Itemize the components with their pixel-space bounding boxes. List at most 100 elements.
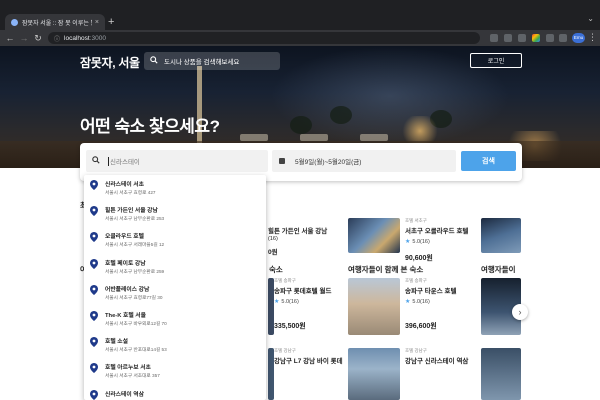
hotel-card-image[interactable] xyxy=(348,278,400,335)
hotel-card-image[interactable] xyxy=(481,348,521,400)
browser-tab[interactable]: 잠못자 서울 :: 잠 못 이루는 밤 × xyxy=(5,14,105,30)
logo-text: 잠못자, xyxy=(80,56,116,70)
autocomplete-item-text: 오클라우드 호텔 서울시 서초구 서래마을5길 12 xyxy=(105,231,164,248)
autocomplete-item-text: 신라스테이 서초서울시 서초구 효령로 427 xyxy=(105,179,156,196)
hero-table xyxy=(300,134,328,141)
favicon-icon xyxy=(11,18,18,26)
rating-value: 5.0 xyxy=(412,238,421,245)
map-pin-icon xyxy=(90,232,98,243)
search-button[interactable]: 검색 xyxy=(461,151,516,171)
hero-table xyxy=(360,134,388,141)
site-logo[interactable]: 잠못자, 서울 xyxy=(80,54,140,71)
star-icon: ★ xyxy=(274,299,280,305)
autocomplete-item-address: 서울시 서초구 효령로77길 30 xyxy=(105,294,163,300)
section-title-tail: 숙소 xyxy=(269,265,283,274)
url-port: :3000 xyxy=(89,34,106,42)
extension-color-icon[interactable] xyxy=(532,34,540,42)
autocomplete-item-text: 어반플레이스 강남 서울시 서초구 효령로77길 30 xyxy=(105,284,162,301)
autocomplete-item-name: 오클라우드 호텔 xyxy=(105,234,144,241)
calendar-icon xyxy=(279,158,285,164)
autocomplete-item[interactable]: 신라스테이 역삼 xyxy=(84,385,266,400)
autocomplete-item[interactable]: 호텔 아르누보 서초 서울시 서초구 서초대로 357 xyxy=(84,358,266,384)
translate-icon[interactable] xyxy=(490,34,498,42)
browser-tab-strip: 잠못자 서울 :: 잠 못 이루는 밤 × + ⌄ xyxy=(0,0,600,30)
card-reviews-partial: (16) xyxy=(268,236,278,242)
date-range-picker[interactable]: 5월9일(월)~5월20일(금) xyxy=(272,150,456,172)
map-pin-icon xyxy=(90,363,98,374)
map-pin-icon xyxy=(90,389,98,400)
autocomplete-item[interactable]: 어반플레이스 강남 서울시 서초구 효령로77길 30 xyxy=(84,280,266,306)
autocomplete-item-address: 서울시 서초구 효령로 427 xyxy=(105,190,156,195)
autocomplete-item-name: 호텔 아르누보 서초 xyxy=(105,365,151,372)
autocomplete-item-name: 신라스테이 서초 xyxy=(105,182,144,188)
autocomplete-item[interactable]: 호텔 소설 서울시 서초구 반포대로14길 53 xyxy=(84,332,266,358)
browser-menu-icon[interactable]: ⋮ xyxy=(588,32,597,43)
logo-city: 서울 xyxy=(118,56,140,70)
autocomplete-item[interactable]: 힐튼 가든인 서울 강남 서울시 서초구 남부순환로 253 xyxy=(84,201,266,227)
autocomplete-item-text: The-K 호텔 서울 서울시 서초구 바우뫼로12길 70 xyxy=(105,310,167,327)
autocomplete-item-text: 호텔 페이토 강남 서울시 서초구 남부순환로 259 xyxy=(105,258,164,275)
hero-headline: 어떤 숙소 찾으세요? xyxy=(80,117,220,136)
map-pin-icon xyxy=(90,337,98,348)
autocomplete-item-text: 신라스테이 역삼 xyxy=(105,389,144,400)
new-tab-button[interactable]: + xyxy=(108,15,114,29)
map-pin-icon xyxy=(90,310,98,321)
hero-palm xyxy=(290,116,312,134)
hotel-card-price: 90,600원 xyxy=(405,255,433,262)
text-caret xyxy=(108,156,109,166)
tab-list-chevron-icon[interactable]: ⌄ xyxy=(587,14,594,23)
autocomplete-item-address: 서울시 서초구 바우뫼로12길 70 xyxy=(105,320,167,326)
autocomplete-item-text: 호텔 소설 서울시 서초구 반포대로14길 53 xyxy=(105,336,167,353)
map-pin-icon xyxy=(90,284,98,295)
autocomplete-item-name: 힐튼 가든인 서울 강남 xyxy=(105,208,158,215)
review-count: (16) xyxy=(420,298,430,305)
autocomplete-item-address: 서울시 서초구 반포대로14길 53 xyxy=(105,347,167,353)
carousel-next-button[interactable]: › xyxy=(512,304,528,320)
header-search[interactable]: 도시나 상품을 검색해보세요 xyxy=(144,52,280,70)
autocomplete-item-text: 호텔 아르누보 서초 서울시 서초구 서초대로 357 xyxy=(105,362,160,379)
reload-icon[interactable]: ↻ xyxy=(32,32,44,44)
back-arrow-icon[interactable]: ← xyxy=(4,32,16,44)
chevron-right-icon: › xyxy=(518,307,522,317)
site-info-icon[interactable]: ⓘ xyxy=(54,34,60,43)
address-bar[interactable]: ⓘ localhost:3000 xyxy=(48,32,480,44)
star-icon: ★ xyxy=(405,239,411,245)
autocomplete-item-address: 서울시 서초구 남부순환로 253 xyxy=(105,216,165,222)
hotel-card-image[interactable] xyxy=(348,218,400,253)
autocomplete-item[interactable]: The-K 호텔 서울 서울시 서초구 바우뫼로12길 70 xyxy=(84,306,266,332)
autocomplete-item-address: 서울시 서초구 남부순환로 259 xyxy=(105,268,165,274)
tab-close-icon[interactable]: × xyxy=(95,19,99,26)
autocomplete-item[interactable]: 오클라우드 호텔 서울시 서초구 서래마을5길 12 xyxy=(84,227,266,253)
autocomplete-dropdown: 신라스테이 서초 서울시 서초구 효령로 427 힐튼 가든인 서울 강남 서울시 서… xyxy=(84,175,266,400)
review-count: (16) xyxy=(420,238,430,245)
forward-arrow-icon[interactable]: → xyxy=(18,32,30,44)
hero-table xyxy=(240,134,268,141)
autocomplete-item-name: 호텔 소설 xyxy=(105,339,128,346)
card-price-partial: 0원 xyxy=(268,249,278,256)
hotel-card-image[interactable] xyxy=(348,348,400,400)
autocomplete-item-name: The-K 호텔 서울 xyxy=(105,312,146,319)
card-name-partial[interactable]: 힐튼 가든인 서울 강남 xyxy=(268,225,327,235)
rating-value: 5.0 xyxy=(412,298,421,305)
login-button[interactable]: 로그인 xyxy=(470,53,522,68)
autocomplete-item[interactable]: 신라스테이 서초서울시 서초구 효령로 427 xyxy=(84,175,266,201)
rating-value: 5.0 xyxy=(281,298,290,305)
autocomplete-item-name: 어반플레이스 강남 xyxy=(105,286,150,293)
autocomplete-item-address: 서울시 서초구 서초대로 357 xyxy=(105,373,160,379)
side-panel-icon[interactable] xyxy=(559,34,567,42)
extensions-puzzle-icon[interactable] xyxy=(546,34,554,42)
autocomplete-item[interactable]: 호텔 페이토 강남 서울시 서초구 남부순환로 259 xyxy=(84,254,266,280)
star-icon: ★ xyxy=(405,299,411,305)
destination-input[interactable]: 신라스테이 xyxy=(86,150,268,172)
autocomplete-item-text: 힐튼 가든인 서울 강남 서울시 서초구 남부순환로 253 xyxy=(105,205,164,222)
hero-palm xyxy=(330,106,352,124)
search-icon xyxy=(150,56,158,66)
destination-value: 신라스테이 xyxy=(110,159,140,166)
bookmark-star-icon[interactable] xyxy=(518,34,526,42)
tab-title: 잠못자 서울 :: 잠 못 이루는 밤 xyxy=(22,20,92,27)
profile-avatar[interactable]: Emu xyxy=(572,33,585,43)
hotel-card-image[interactable] xyxy=(481,218,521,253)
share-icon[interactable] xyxy=(504,34,512,42)
browser-toolbar: ← → ↻ ⓘ localhost:3000 Emu ⋮ xyxy=(0,30,600,46)
url-host: localhost xyxy=(64,34,90,42)
